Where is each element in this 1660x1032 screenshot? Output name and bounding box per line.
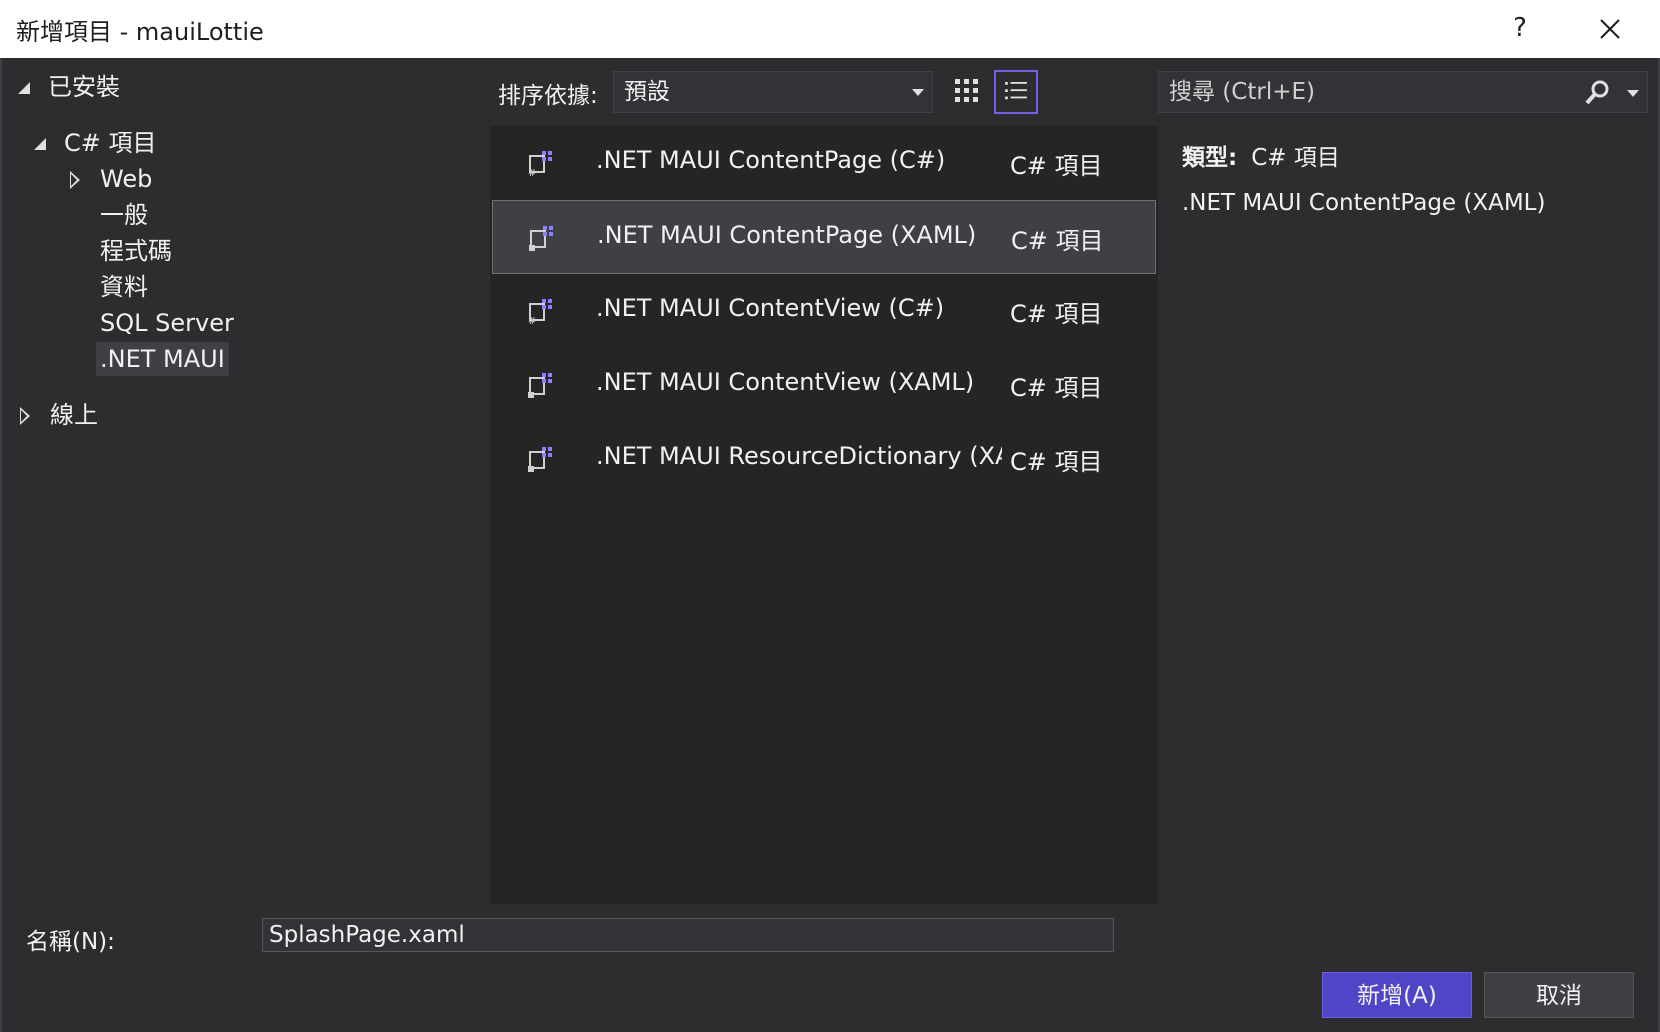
item-name: .NET MAUI ContentPage (C#)	[596, 146, 946, 174]
tree-label: 已安裝	[48, 73, 120, 101]
tree-label: 資料	[100, 273, 148, 301]
tree-node-web[interactable]: Web	[70, 162, 152, 196]
tree-node-csharp-items[interactable]: C# 項目	[34, 126, 157, 160]
chevron-down-icon[interactable]	[1627, 90, 1639, 97]
title-bar: 新增項目 - mauiLottie ?	[0, 0, 1660, 58]
close-icon[interactable]	[1590, 9, 1630, 49]
details-description: .NET MAUI ContentPage (XAML)	[1182, 190, 1546, 216]
xaml-page-icon	[529, 226, 553, 251]
list-item[interactable]: # .NET MAUI ContentPage (C#) C# 項目	[492, 126, 1156, 200]
window-title: 新增項目 - mauiLottie	[16, 18, 264, 46]
svg-text:#: #	[528, 168, 536, 178]
search-placeholder: 搜尋 (Ctrl+E)	[1169, 79, 1315, 105]
details-panel: 類型: C# 項目 .NET MAUI ContentPage (XAML)	[1182, 138, 1642, 216]
tree-label: 程式碼	[100, 237, 172, 265]
name-label: 名稱(N):	[26, 929, 115, 955]
item-name: .NET MAUI ContentView (C#)	[596, 294, 945, 322]
template-list: # .NET MAUI ContentPage (C#) C# 項目 .NET …	[490, 126, 1158, 904]
csharp-page-icon: #	[528, 151, 552, 178]
tree-label: 一般	[100, 201, 148, 229]
name-field[interactable]	[262, 918, 1114, 952]
expanded-caret-icon[interactable]	[18, 82, 30, 94]
item-type: C# 項目	[1010, 448, 1103, 476]
footer: 名稱(N): 新增(A) 取消	[2, 910, 1658, 1032]
item-name: .NET MAUI ResourceDictionary (XA...	[596, 442, 1002, 470]
tree-label: 線上	[50, 401, 98, 429]
grid-view-icon[interactable]	[945, 70, 989, 114]
tree-node-data[interactable]: 資料	[100, 270, 148, 304]
tree-node-general[interactable]: 一般	[100, 198, 148, 232]
tree-label: SQL Server	[100, 309, 234, 337]
list-item[interactable]: .NET MAUI ContentPage (XAML) C# 項目	[492, 200, 1156, 274]
list-view-icon[interactable]	[994, 70, 1038, 114]
chevron-down-icon	[912, 89, 924, 96]
item-type: C# 項目	[1010, 374, 1103, 402]
svg-text:#: #	[528, 316, 536, 326]
collapsed-caret-icon[interactable]	[20, 407, 30, 425]
list-item[interactable]: .NET MAUI ResourceDictionary (XA... C# 項…	[492, 422, 1156, 496]
item-type: C# 項目	[1010, 300, 1103, 328]
tree-label: C# 項目	[64, 129, 157, 157]
details-type-value: C# 項目	[1251, 145, 1340, 171]
help-button[interactable]: ?	[1500, 8, 1540, 48]
add-button[interactable]: 新增(A)	[1322, 972, 1472, 1018]
cancel-button[interactable]: 取消	[1484, 972, 1634, 1018]
search-input[interactable]: 搜尋 (Ctrl+E)	[1158, 71, 1648, 113]
details-type-label: 類型:	[1182, 145, 1238, 171]
tree-node-net-maui[interactable]: .NET MAUI	[96, 342, 229, 376]
tree-label: Web	[100, 165, 153, 193]
item-type: C# 項目	[1011, 227, 1104, 255]
sort-value: 預設	[624, 79, 670, 105]
expanded-caret-icon[interactable]	[34, 138, 46, 150]
tree-node-sql-server[interactable]: SQL Server	[100, 306, 234, 340]
xaml-view-icon	[528, 373, 552, 398]
list-item[interactable]: # .NET MAUI ContentView (C#) C# 項目	[492, 274, 1156, 348]
item-type: C# 項目	[1010, 152, 1103, 180]
search-icon[interactable]	[1583, 79, 1611, 107]
tree-node-code[interactable]: 程式碼	[100, 234, 172, 268]
sort-label: 排序依據:	[498, 83, 598, 109]
item-name: .NET MAUI ContentView (XAML)	[596, 368, 975, 396]
category-tree: 已安裝 C# 項目 Web 一般 程式碼 資料 SQL Server .NET …	[0, 58, 490, 910]
tree-label: .NET MAUI	[100, 345, 225, 373]
details-type-row: 類型: C# 項目	[1182, 138, 1642, 172]
sort-dropdown[interactable]: 預設	[613, 71, 933, 113]
resource-dictionary-icon	[528, 447, 552, 472]
tree-node-online[interactable]: 線上	[20, 398, 98, 432]
tree-node-installed[interactable]: 已安裝	[18, 70, 120, 104]
collapsed-caret-icon[interactable]	[70, 171, 80, 189]
list-item[interactable]: .NET MAUI ContentView (XAML) C# 項目	[492, 348, 1156, 422]
item-name: .NET MAUI ContentPage (XAML)	[597, 221, 977, 249]
csharp-view-icon: #	[528, 299, 552, 326]
